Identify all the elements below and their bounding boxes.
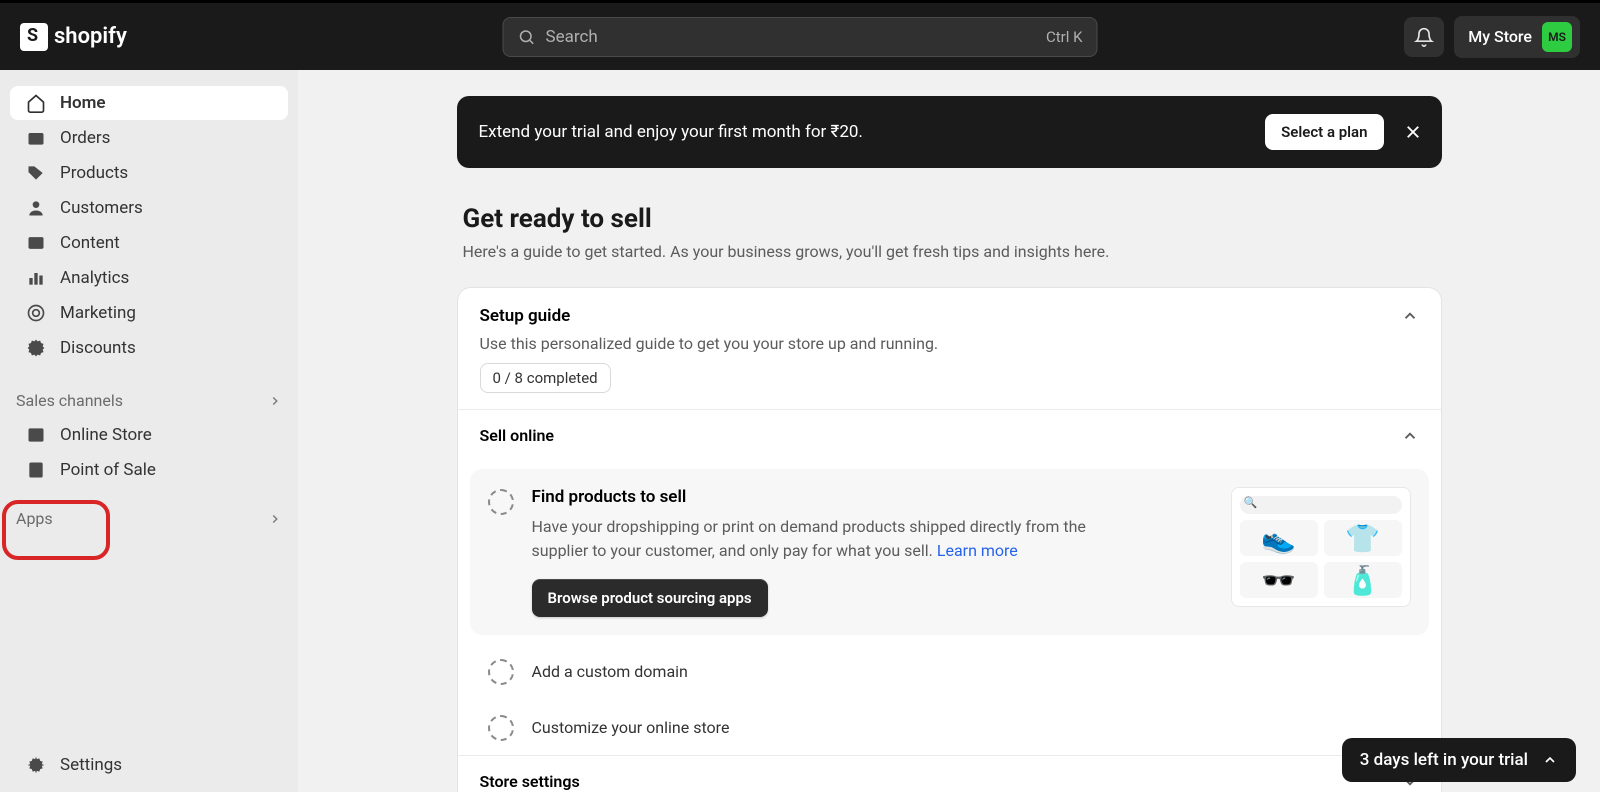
pos-icon (26, 460, 46, 480)
setup-guide-subtitle: Use this personalized guide to get you y… (480, 334, 1419, 353)
main-content: Extend your trial and enjoy your first m… (298, 70, 1600, 792)
orders-icon (26, 128, 46, 148)
content-icon (26, 233, 46, 253)
task-add-domain[interactable]: Add a custom domain (458, 643, 1441, 699)
collapse-button[interactable] (1401, 307, 1419, 325)
task-title: Find products to sell (532, 487, 1213, 507)
task-find-products: Find products to sell Have your dropship… (470, 469, 1429, 635)
banner-close-button[interactable] (1402, 121, 1424, 143)
sidebar-item-label: Discounts (60, 338, 136, 358)
chevron-up-icon (1401, 307, 1419, 325)
section-title: Sell online (480, 426, 555, 445)
task-customize-store[interactable]: Customize your online store (458, 699, 1441, 755)
sidebar: Home Orders Products Customers Content A… (0, 70, 298, 792)
topbar: shopify Search Ctrl K My Store MS (0, 0, 1600, 70)
store-switcher[interactable]: My Store MS (1454, 16, 1580, 58)
avatar: MS (1542, 22, 1572, 52)
apps-header[interactable]: Apps (10, 501, 288, 536)
setup-guide-title: Setup guide (480, 306, 571, 326)
learn-more-link[interactable]: Learn more (937, 541, 1018, 560)
shopify-bag-icon (20, 23, 48, 51)
section-title: Store settings (480, 772, 580, 791)
sidebar-item-analytics[interactable]: Analytics (10, 261, 288, 295)
sidebar-item-label: Home (60, 93, 106, 113)
completed-badge: 0 / 8 completed (480, 363, 611, 393)
sidebar-item-pos[interactable]: Point of Sale (10, 453, 288, 487)
sidebar-item-home[interactable]: Home (10, 86, 288, 120)
store-settings-section[interactable]: Store settings (458, 755, 1441, 792)
sidebar-item-label: Customers (60, 198, 143, 218)
person-icon (26, 198, 46, 218)
banner-text: Extend your trial and enjoy your first m… (479, 122, 863, 142)
notifications-button[interactable] (1404, 17, 1444, 57)
thumb-shirt-icon: 👕 (1324, 520, 1402, 556)
browse-sourcing-apps-button[interactable]: Browse product sourcing apps (532, 579, 768, 617)
task-checkbox[interactable] (488, 659, 514, 685)
select-plan-button[interactable]: Select a plan (1265, 114, 1383, 150)
sidebar-item-label: Settings (60, 755, 122, 775)
setup-guide-card: Setup guide Use this personalized guide … (457, 287, 1442, 792)
sidebar-item-label: Online Store (60, 425, 152, 445)
page-subtitle: Here's a guide to get started. As your b… (457, 242, 1442, 261)
setup-guide-title-row: Setup guide (480, 306, 1419, 326)
trial-banner: Extend your trial and enjoy your first m… (457, 96, 1442, 168)
sidebar-item-customers[interactable]: Customers (10, 191, 288, 225)
sidebar-item-label: Marketing (60, 303, 136, 323)
task-description: Have your dropshipping or print on deman… (532, 515, 1122, 563)
sidebar-item-settings[interactable]: Settings (10, 748, 288, 782)
task-label: Customize your online store (532, 718, 730, 737)
sidebar-item-products[interactable]: Products (10, 156, 288, 190)
gear-icon (26, 755, 46, 775)
chevron-up-icon (1542, 752, 1558, 768)
sidebar-item-marketing[interactable]: Marketing (10, 296, 288, 330)
trial-status-pill[interactable]: 3 days left in your trial (1342, 738, 1576, 782)
thumb-sunglasses-icon: 🕶️ (1240, 562, 1318, 598)
sidebar-item-label: Point of Sale (60, 460, 156, 480)
sidebar-item-label: Products (60, 163, 128, 183)
page-title: Get ready to sell (457, 204, 1442, 234)
sidebar-item-label: Analytics (60, 268, 129, 288)
chevron-right-icon (268, 394, 282, 408)
chevron-right-icon (268, 512, 282, 526)
store-name: My Store (1468, 27, 1532, 46)
tag-icon (26, 163, 46, 183)
search-shortcut: Ctrl K (1046, 28, 1083, 46)
task-label: Add a custom domain (532, 662, 688, 681)
close-icon (1404, 123, 1422, 141)
trial-status-text: 3 days left in your trial (1360, 750, 1528, 770)
section-label: Sales channels (16, 391, 123, 410)
analytics-icon (26, 268, 46, 288)
brand-logo[interactable]: shopify (20, 23, 127, 51)
store-icon (26, 425, 46, 445)
sales-channels-header[interactable]: Sales channels (10, 383, 288, 418)
bell-icon (1414, 27, 1434, 47)
sidebar-item-discounts[interactable]: Discounts (10, 331, 288, 365)
sidebar-item-content[interactable]: Content (10, 226, 288, 260)
sidebar-item-label: Orders (60, 128, 110, 148)
sidebar-item-online-store[interactable]: Online Store (10, 418, 288, 452)
task-illustration: 👟 👕 🕶️ 🧴 (1231, 487, 1411, 607)
topbar-right: My Store MS (1404, 16, 1580, 58)
home-icon (26, 93, 46, 113)
thumb-tube-icon: 🧴 (1324, 562, 1402, 598)
sell-online-section[interactable]: Sell online (458, 409, 1441, 461)
target-icon (26, 303, 46, 323)
search-placeholder: Search (546, 27, 598, 47)
thumb-shoe-icon: 👟 (1240, 520, 1318, 556)
chevron-up-icon (1401, 427, 1419, 445)
search-icon (518, 28, 536, 46)
brand-text: shopify (54, 24, 127, 49)
sidebar-item-label: Content (60, 233, 120, 253)
task-checkbox[interactable] (488, 715, 514, 741)
section-label: Apps (16, 509, 53, 528)
search-input[interactable]: Search Ctrl K (503, 17, 1098, 57)
discount-icon (26, 338, 46, 358)
thumb-search-bar (1240, 496, 1402, 514)
task-checkbox[interactable] (488, 489, 514, 515)
sidebar-item-orders[interactable]: Orders (10, 121, 288, 155)
